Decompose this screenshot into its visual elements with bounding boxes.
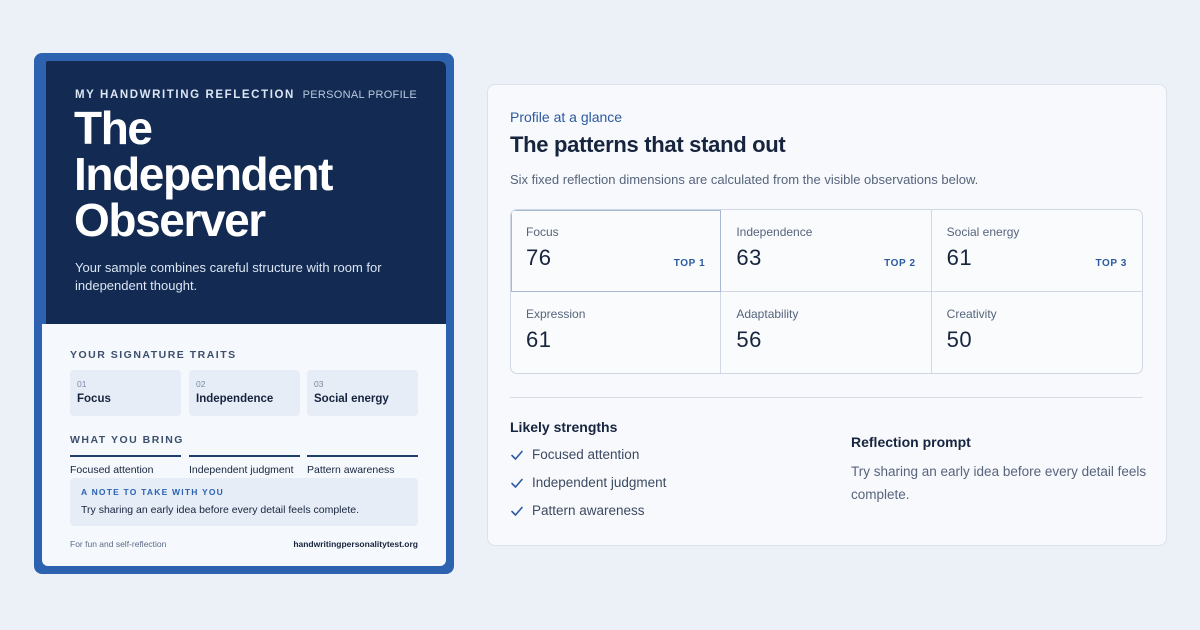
card-tag: PERSONAL PROFILE xyxy=(302,89,417,101)
bring-item: Independent judgment xyxy=(189,455,300,476)
panel-description: Six fixed reflection dimensions are calc… xyxy=(510,172,979,187)
traits-label: YOUR SIGNATURE TRAITS xyxy=(70,349,237,361)
bring-item: Focused attention xyxy=(70,455,181,476)
card-title-line: Independent xyxy=(74,148,333,200)
dimension-cell: Creativity 50 xyxy=(932,292,1142,374)
dimension-rank-badge: TOP 1 xyxy=(673,258,706,269)
dimension-name: Social energy xyxy=(946,225,1020,239)
card-title-line: Observer xyxy=(74,194,266,246)
dimension-rank-badge: TOP 3 xyxy=(1095,258,1127,269)
dimension-score: 61 xyxy=(526,326,552,352)
card-footer-site: handwritingpersonalitytest.org xyxy=(293,539,418,549)
bring-label: WHAT YOU BRING xyxy=(70,434,184,446)
trait-name: Social energy xyxy=(314,393,389,405)
strengths-title: Likely strengths xyxy=(510,419,618,435)
check-icon xyxy=(511,450,523,460)
bring-item: Pattern awareness xyxy=(307,455,418,476)
check-icon xyxy=(511,506,523,516)
trait-number: 01 xyxy=(77,379,87,389)
dimension-cell: Social energy 61 TOP 3 xyxy=(931,210,1142,292)
note-text: Try sharing an early idea before every d… xyxy=(81,504,360,516)
trait-name: Independence xyxy=(196,393,274,405)
dimension-score: 56 xyxy=(736,326,762,352)
card-footer-disclaimer: For fun and self-reflection xyxy=(70,539,167,549)
trait-number: 03 xyxy=(314,379,324,389)
panel-divider xyxy=(510,397,1143,398)
note-label: A NOTE TO TAKE WITH YOU xyxy=(81,487,224,497)
check-icon xyxy=(511,478,523,488)
dimension-name: Creativity xyxy=(946,306,997,321)
reflection-prompt-title: Reflection prompt xyxy=(851,434,971,450)
card-eyebrow: MY HANDWRITING REFLECTION xyxy=(75,89,295,101)
strength-label: Focused attention xyxy=(532,447,640,462)
card-title: The Independent Observer xyxy=(74,105,414,243)
strength-item: Pattern awareness xyxy=(510,503,645,518)
profile-card: MY HANDWRITING REFLECTION PERSONAL PROFI… xyxy=(34,53,454,574)
strength-item: Focused attention xyxy=(510,447,639,462)
dimension-rank-badge: TOP 2 xyxy=(884,258,916,269)
dimension-cell: Focus 76 TOP 1 xyxy=(511,210,722,292)
dimension-name: Adaptability xyxy=(736,306,799,321)
trait-name: Focus xyxy=(77,393,111,405)
trait-item: 03 Social energy xyxy=(307,370,418,416)
dimensions-grid: Focus 76 TOP 1 Independence 63 TOP 2 Soc… xyxy=(510,209,1143,374)
dimension-cell: Adaptability 56 xyxy=(721,291,932,373)
panel-eyebrow: Profile at a glance xyxy=(510,109,623,125)
note-box: A NOTE TO TAKE WITH YOU Try sharing an e… xyxy=(70,478,418,526)
reflection-prompt-text: Try sharing an early idea before every d… xyxy=(851,464,1147,502)
strength-label: Pattern awareness xyxy=(532,503,645,518)
profile-summary-panel: Profile at a glance The patterns that st… xyxy=(487,84,1167,546)
card-subtitle: Your sample combines careful structure w… xyxy=(75,260,382,293)
strength-label: Independent judgment xyxy=(532,475,667,490)
profile-card-inner: MY HANDWRITING REFLECTION PERSONAL PROFI… xyxy=(42,61,446,566)
strength-item: Independent judgment xyxy=(510,475,666,490)
dimension-cell: Expression 61 xyxy=(511,291,722,373)
dimension-name: Expression xyxy=(526,306,586,321)
dimension-name: Independence xyxy=(736,225,813,239)
dimension-name: Focus xyxy=(526,225,559,239)
trait-number: 02 xyxy=(196,379,206,389)
panel-title: The patterns that stand out xyxy=(510,132,786,157)
dimension-cell: Independence 63 TOP 2 xyxy=(721,210,932,292)
card-title-line: The xyxy=(74,102,153,154)
card-hero: MY HANDWRITING REFLECTION PERSONAL PROFI… xyxy=(42,61,446,324)
trait-item: 01 Focus xyxy=(70,370,181,416)
dimension-score: 50 xyxy=(946,326,973,352)
trait-item: 02 Independence xyxy=(189,370,300,416)
